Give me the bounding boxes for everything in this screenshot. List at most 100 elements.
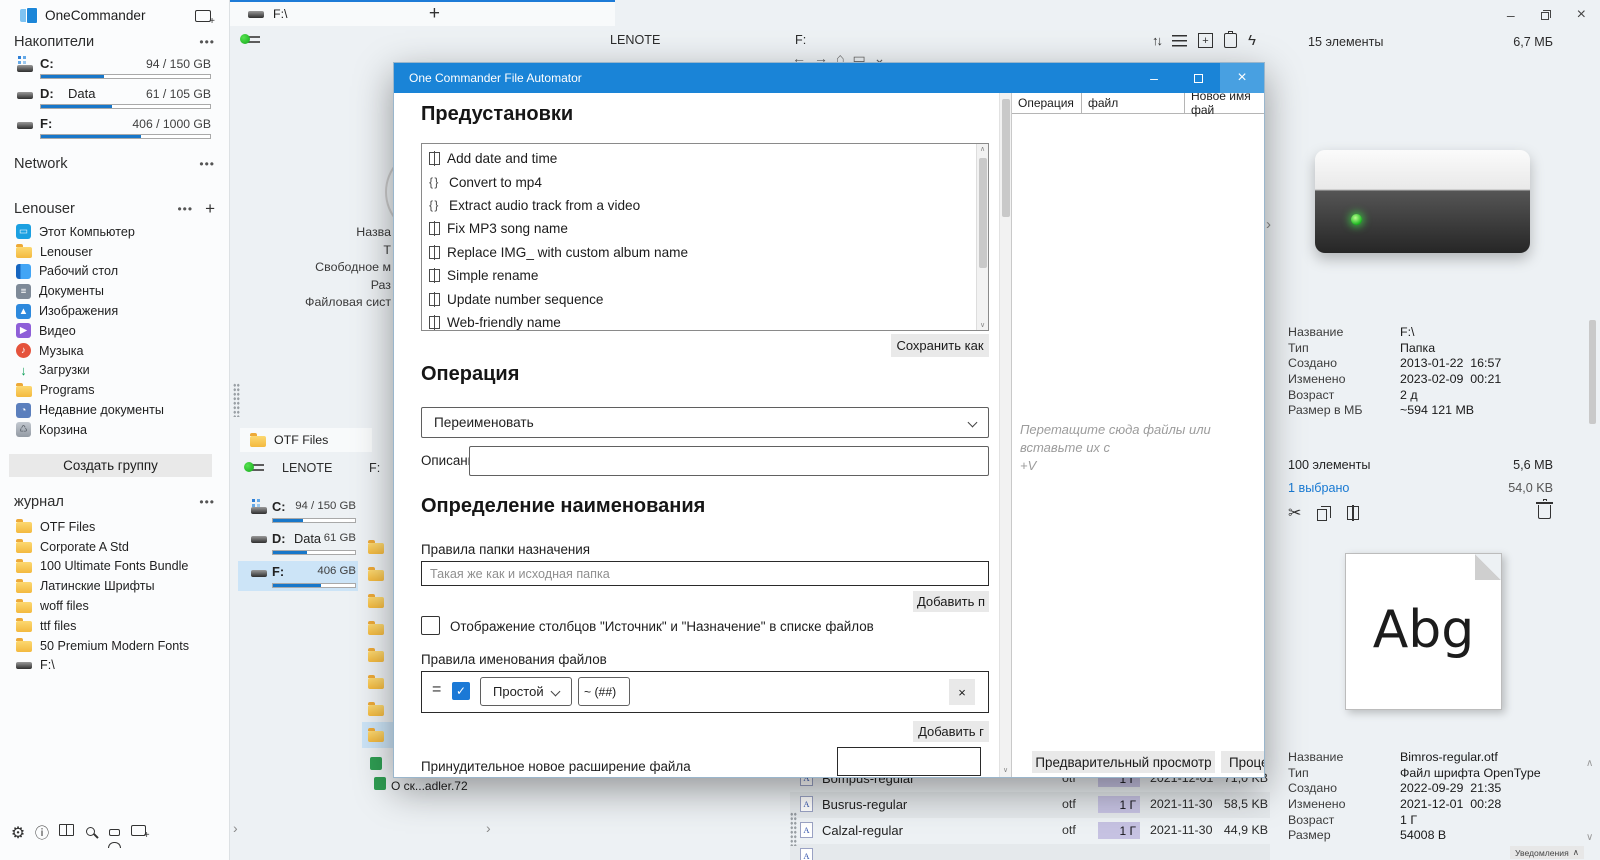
restore-icon[interactable] (1540, 10, 1551, 20)
folder-icon[interactable] (368, 621, 384, 635)
add-file-rule-button[interactable]: Добавить г (913, 721, 989, 742)
preset-item[interactable]: Replace IMG_ with custom album name (422, 241, 988, 264)
preset-item[interactable]: Fix MP3 song name (422, 217, 988, 240)
journal-item[interactable]: woff files (0, 596, 229, 616)
journal-item[interactable]: Латинские Шрифты (0, 576, 229, 596)
sidebar-item-this-computer[interactable]: ▭ Этот Компьютер (0, 222, 229, 242)
journal-item[interactable]: 50 Premium Modern Fonts (0, 636, 229, 656)
drive-row-d[interactable]: D: Data 61 GB (238, 529, 358, 557)
drive-row-c[interactable]: C: 94 / 150 GB (0, 52, 229, 82)
sidebar-item-recent[interactable]: ◔ Недавние документы (0, 400, 229, 420)
sidebar-item-documents[interactable]: ≡ Документы (0, 281, 229, 301)
copy-icon[interactable] (1317, 505, 1332, 521)
folder-icon[interactable] (368, 567, 384, 581)
pane-expand-chevron[interactable]: › (1266, 216, 1271, 233)
sidebar-item-downloads[interactable]: ↓ Загрузки (0, 361, 229, 381)
pane-resize-handle[interactable] (233, 383, 240, 417)
process-button[interactable]: Проце (1221, 751, 1264, 773)
add-icon[interactable]: + (1198, 33, 1213, 48)
clipboard-icon[interactable] (1224, 31, 1237, 48)
rule-pattern-input[interactable] (579, 678, 629, 705)
preset-item[interactable]: { } Extract audio track from a video (422, 194, 988, 217)
preset-item[interactable]: Simple rename (422, 264, 988, 287)
minimize-icon[interactable]: – (1507, 7, 1515, 23)
description-input[interactable] (470, 447, 988, 475)
column-header[interactable]: файл (1082, 93, 1185, 113)
close-icon[interactable]: × (1577, 6, 1586, 24)
drive-row-d[interactable]: D: Data 61 / 105 GB (0, 82, 229, 112)
column-header[interactable]: Операция (1012, 93, 1082, 113)
listbox-scrollbar[interactable]: ∧ ∨ (976, 144, 988, 330)
settings-gear-icon[interactable]: ⚙ (6, 823, 30, 848)
network-menu-icon[interactable]: ••• (199, 157, 215, 171)
drive-row-f[interactable]: F: 406 / 1000 GB (0, 112, 229, 142)
folder-icon[interactable] (368, 540, 384, 554)
save-as-button[interactable]: Сохранить как (891, 334, 989, 357)
presets-listbox[interactable]: Add date and time { } Convert to mp4 { } E… (421, 143, 989, 331)
remove-rule-icon[interactable]: × (949, 679, 975, 705)
file-icon-green[interactable] (370, 757, 382, 770)
force-ext-input[interactable] (838, 748, 980, 775)
paste-icon[interactable] (1347, 505, 1360, 521)
pane-collapse-chevron[interactable]: › (233, 820, 238, 836)
journal-item[interactable]: 100 Ultimate Fonts Bundle (0, 557, 229, 577)
add-favorite-icon[interactable]: + (205, 199, 215, 219)
new-tab-button[interactable]: + (429, 3, 440, 25)
dialog-minimize-icon[interactable]: – (1132, 63, 1176, 93)
font-preview-thumbnail[interactable]: Abg (1345, 553, 1502, 710)
rule-drag-handle[interactable]: = (432, 681, 441, 699)
preset-item[interactable]: Update number sequence (422, 287, 988, 310)
notifications-chip[interactable]: Уведомления ∧ (1510, 846, 1585, 859)
tab-otf-files[interactable]: OTF Files (240, 428, 372, 452)
dest-rule-input[interactable] (422, 562, 988, 585)
cut-scissors-icon[interactable]: ✂ (1288, 503, 1301, 523)
dialog-scrollbar[interactable]: ∨ (999, 93, 1011, 777)
sidebar-item-programs[interactable]: Programs (0, 380, 229, 400)
user-menu-icon[interactable]: ••• (177, 202, 193, 216)
folder-icon[interactable] (368, 702, 384, 716)
table-row[interactable]: A Calzal-regular otf 1 Г 2021-11-30 44,9… (790, 818, 1270, 844)
sidebar-item-desktop[interactable]: Рабочий стол (0, 262, 229, 282)
pane-collapse-chevron[interactable]: › (486, 820, 491, 836)
folder-icon[interactable] (368, 675, 384, 689)
sidebar-item-music[interactable]: ♪ Музыка (0, 341, 229, 361)
new-window-icon[interactable]: + (195, 9, 215, 27)
rule-type-dropdown[interactable]: Простой (480, 677, 572, 706)
tab-f-drive[interactable]: F:\ + (230, 0, 615, 26)
table-row-partial[interactable]: A (790, 844, 1270, 860)
new-tab-icon[interactable]: + (126, 823, 150, 848)
dialog-maximize-icon[interactable] (1176, 63, 1220, 93)
create-group-button[interactable]: Создать группу (9, 454, 212, 477)
preset-item[interactable]: Web-friendly name (422, 311, 988, 330)
partial-file-label[interactable]: О ск...adler.72 (391, 779, 468, 793)
sidebar-item-recycle[interactable]: ♺ Корзина (0, 420, 229, 440)
preset-item[interactable]: { } Convert to mp4 (422, 170, 988, 193)
search-icon[interactable] (78, 823, 102, 848)
journal-item[interactable]: ttf files (0, 616, 229, 636)
journal-item[interactable]: Corporate A Std (0, 537, 229, 557)
scroll-down-icon[interactable]: ∨ (1586, 832, 1593, 844)
drive-row-f-selected[interactable]: F: 406 GB (238, 561, 358, 591)
sidebar-item-pictures[interactable]: ▲ Изображения (0, 301, 229, 321)
rule-enabled-checkbox[interactable]: ✓ (452, 682, 470, 700)
folder-icon[interactable] (368, 728, 384, 742)
file-icon-green[interactable] (374, 777, 386, 790)
sidebar-item-video[interactable]: ▶ Видео (0, 321, 229, 341)
scroll-up-icon[interactable]: ∧ (1586, 758, 1593, 770)
journal-item-drive[interactable]: F:\ (0, 656, 229, 676)
add-dest-rule-button[interactable]: Добавить п (913, 591, 989, 612)
sidebar-item-lenouser[interactable]: Lenouser (0, 242, 229, 262)
sort-icon[interactable]: ↑↓ (1152, 33, 1163, 48)
dual-pane-icon[interactable] (54, 823, 78, 848)
scrollbar-thumb[interactable] (1589, 320, 1596, 424)
assistant-icon[interactable] (102, 823, 126, 848)
folder-icon[interactable] (368, 648, 384, 662)
column-header[interactable]: Новое имя фай (1185, 93, 1264, 117)
operation-dropdown[interactable]: Переименовать (421, 407, 989, 438)
list-view-icon[interactable] (1172, 34, 1187, 47)
dialog-close-icon[interactable]: × (1220, 63, 1264, 93)
preview-button[interactable]: Предварительный просмотр (1032, 751, 1215, 773)
preset-item[interactable]: Add date and time (422, 147, 988, 170)
drive-row-c[interactable]: C: 94 / 150 GB (238, 497, 358, 525)
info-icon[interactable]: ⓘ (30, 823, 54, 848)
